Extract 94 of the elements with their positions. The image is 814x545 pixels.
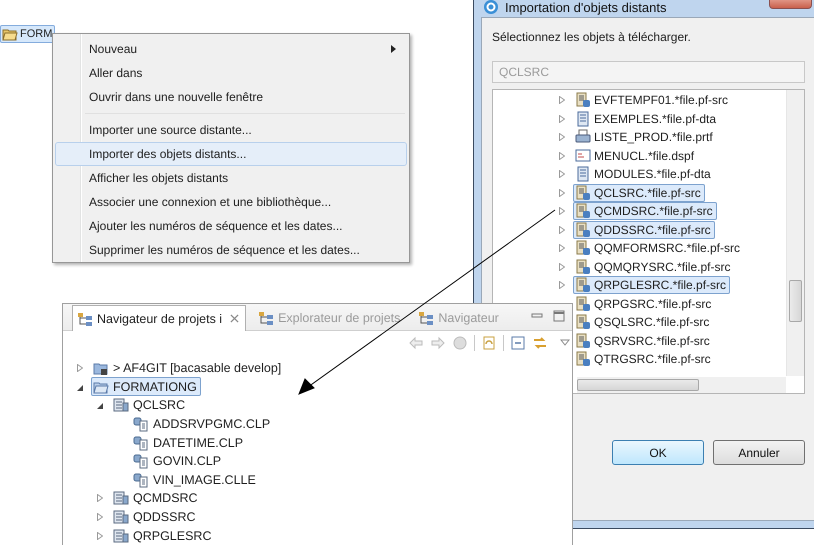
source-file-icon	[575, 258, 591, 275]
collapse-arrow-icon[interactable]	[77, 382, 83, 391]
list-item[interactable]: QDDSSRC.*file.pf-src	[573, 220, 715, 239]
tree-item[interactable]: QDDSSRC	[111, 508, 200, 527]
expand-arrow-icon[interactable]	[559, 96, 565, 104]
tree-item[interactable]: QCMDSRC	[111, 488, 202, 508]
expand-arrow-icon[interactable]	[559, 244, 565, 252]
list-item[interactable]: QQMFORMSRC.*file.pf-src	[573, 239, 744, 258]
list-item[interactable]: QTRGSRC.*file.pf-src	[573, 350, 715, 368]
tree-item[interactable]: QCLSRC	[111, 396, 190, 415]
expand-arrow-icon[interactable]	[559, 262, 565, 271]
source-file-icon	[575, 332, 591, 349]
close-icon[interactable]	[230, 314, 240, 323]
menu-item[interactable]: Nouveau	[55, 37, 407, 61]
collapse-all-icon[interactable]	[510, 335, 526, 351]
list-item[interactable]: LISTE_PROD.*file.prtf	[573, 128, 717, 146]
view-menu-icon[interactable]	[560, 339, 570, 347]
expand-arrow-icon[interactable]	[77, 364, 83, 372]
source-file-icon	[113, 397, 129, 414]
tree-item[interactable]: FORMATIONG	[91, 377, 201, 396]
source-file-icon	[575, 222, 591, 238]
expand-arrow-icon[interactable]	[559, 281, 565, 290]
expand-arrow-icon[interactable]	[559, 114, 565, 123]
expand-arrow-icon[interactable]	[559, 188, 565, 197]
tree-item[interactable]: ADDSRVPGMC.CLP	[131, 414, 274, 434]
source-file-icon	[575, 92, 591, 108]
list-item[interactable]: QRPGSRC.*file.pf-src	[573, 294, 716, 313]
back-icon[interactable]	[408, 335, 424, 351]
expand-arrow-icon[interactable]	[559, 152, 565, 160]
source-member-icon	[133, 453, 149, 470]
expand-arrow-icon[interactable]	[559, 226, 565, 234]
expand-arrow-icon[interactable]	[97, 513, 103, 522]
list-item[interactable]: QQMQRYSRC.*file.pf-src	[573, 258, 734, 276]
tree-item[interactable]: > AF4GIT [bacasable develop]	[91, 358, 286, 378]
list-item[interactable]: QSRVSRC.*file.pf-src	[573, 332, 714, 350]
printer-icon	[575, 129, 591, 146]
forward-icon[interactable]	[430, 335, 446, 351]
tree-item[interactable]: VIN_IMAGE.CLLE	[131, 470, 260, 490]
menu-item[interactable]: Importer des objets distants...	[55, 142, 407, 166]
source-member-icon	[133, 472, 149, 488]
tree-view-icon	[258, 310, 274, 326]
expand-arrow-icon[interactable]	[559, 133, 565, 142]
menu-item[interactable]: Ouvrir dans une nouvelle fenêtre	[55, 85, 407, 109]
collapse-arrow-icon[interactable]	[97, 401, 103, 410]
list-item[interactable]: MODULES.*file.pf-dta	[573, 165, 715, 184]
source-file-icon	[575, 240, 591, 256]
source-file-icon	[575, 203, 591, 220]
source-file-icon	[575, 184, 591, 201]
ok-button[interactable]: OK	[612, 440, 704, 465]
tree-item[interactable]: QRPGLESRC	[111, 526, 216, 545]
list-item[interactable]: QRPGLESRC.*file.pf-src	[573, 276, 730, 294]
list-item[interactable]: EVFTEMPF01.*file.pf-src	[573, 91, 732, 110]
data-file-icon	[575, 166, 591, 182]
source-file-icon	[575, 277, 591, 294]
menu-item[interactable]: Importer une source distante...	[55, 118, 407, 142]
tree-item[interactable]: GOVIN.CLP	[131, 452, 226, 471]
list-item[interactable]: EXEMPLES.*file.pf-dta	[573, 110, 720, 128]
source-file-icon	[575, 296, 591, 312]
horizontal-scrollbar[interactable]	[577, 377, 786, 393]
source-file-icon	[113, 509, 129, 526]
menu-item[interactable]: Supprimer les numéros de séquence et les dates...	[55, 238, 407, 262]
display-file-icon	[575, 148, 591, 164]
expand-arrow-icon[interactable]	[97, 494, 103, 502]
link-icon[interactable]	[532, 335, 548, 351]
source-file-icon	[113, 490, 129, 506]
menu-item[interactable]: Afficher les objets distants	[55, 166, 407, 190]
list-item[interactable]: MENUCL.*file.dspf	[573, 146, 698, 165]
expand-arrow-icon[interactable]	[559, 207, 565, 216]
list-item[interactable]: QCMDSRC.*file.pf-src	[573, 202, 717, 220]
source-member-icon	[133, 416, 149, 432]
window-title: Importation d'objets distants	[505, 0, 666, 14]
data-file-icon	[575, 110, 591, 127]
tree-view-icon	[418, 310, 434, 326]
menu-item[interactable]: Associer une connexion et une bibliothèque...	[55, 190, 407, 214]
source-member-icon	[133, 434, 149, 451]
view-tab[interactable]: Navigateur de projets i	[72, 305, 246, 331]
menu-item[interactable]: Aller dans	[55, 61, 407, 85]
maximize-icon[interactable]	[552, 310, 566, 322]
tree-item[interactable]: DATETIME.CLP	[131, 433, 248, 452]
menu-item[interactable]: Ajouter les numéros de séquence et les dates...	[55, 214, 407, 238]
tree-item[interactable]: FORM	[0, 25, 56, 43]
expand-arrow-icon[interactable]	[97, 532, 103, 540]
app-icon	[483, 0, 499, 15]
source-file-icon	[575, 314, 591, 330]
close-button[interactable]	[769, 0, 812, 9]
source-file-icon	[113, 528, 129, 544]
source-file-icon	[575, 351, 591, 368]
cancel-button[interactable]: Annuler	[713, 440, 805, 465]
vertical-scrollbar[interactable]	[786, 90, 804, 376]
expand-arrow-icon[interactable]	[559, 170, 565, 178]
tree-view-icon	[77, 310, 93, 326]
list-item[interactable]: QCLSRC.*file.pf-src	[573, 184, 705, 202]
instruction-text: Sélectionnez les objets à télécharger.	[492, 29, 692, 45]
list-item[interactable]: QSQLSRC.*file.pf-src	[573, 313, 714, 332]
